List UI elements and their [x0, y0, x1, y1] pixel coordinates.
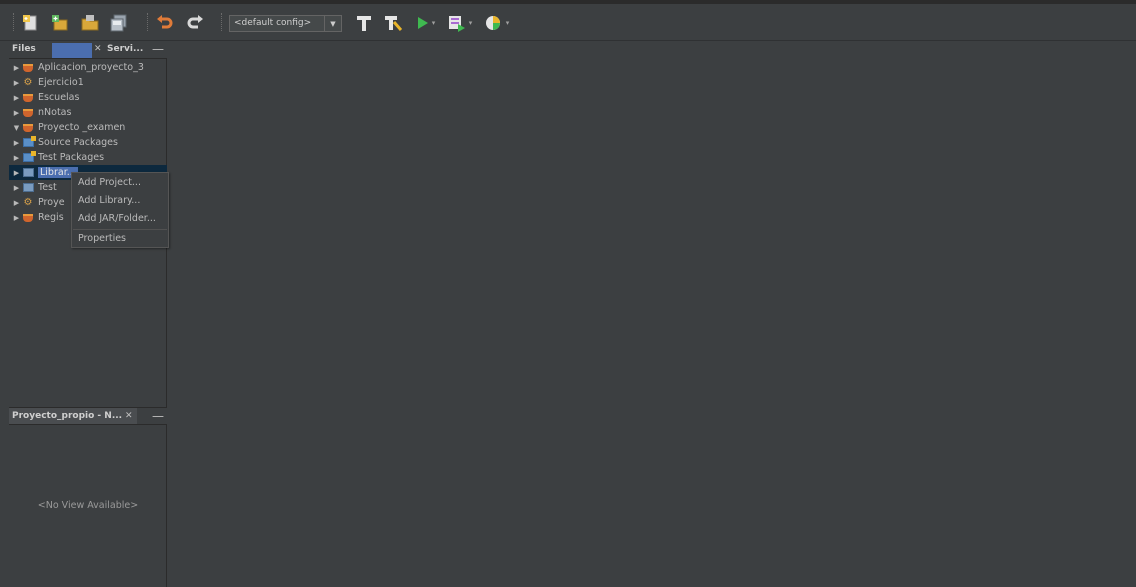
java-project-icon — [21, 92, 35, 103]
expand-arrow-icon[interactable]: ▶ — [12, 64, 21, 72]
tree-item-label: Proye — [38, 197, 65, 208]
chevron-down-icon[interactable]: ▼ — [324, 16, 341, 31]
panel-tab-bar: Files ✕ Servi... — — [9, 42, 167, 59]
java-project-icon — [21, 212, 35, 223]
new-project-icon[interactable] — [48, 11, 72, 35]
source-package-icon — [21, 136, 36, 148]
tree-item[interactable]: ▶ nNotas — [9, 105, 167, 120]
close-icon[interactable]: ✕ — [94, 44, 102, 54]
expand-arrow-icon[interactable]: ▶ — [12, 139, 21, 147]
navigator-header: Proyecto_propio - N... ✕ — — [9, 407, 167, 425]
run-icon[interactable]: ▾ — [414, 11, 438, 35]
tab-files[interactable]: Files — [12, 44, 36, 54]
test-library-icon — [21, 182, 35, 193]
java-project-icon — [21, 122, 35, 133]
config-value: <default config> — [234, 18, 312, 28]
tree-item-label: Test Packages — [38, 152, 105, 163]
profile-icon[interactable]: ▾ — [482, 11, 512, 35]
minimize-icon[interactable]: — — [152, 409, 164, 423]
new-file-icon[interactable] — [19, 11, 43, 35]
tree-item-label: Regis — [38, 212, 64, 223]
tree-item-label: Aplicacion_proyecto_3 — [38, 62, 144, 73]
tab-services[interactable]: Servi... — [107, 44, 143, 54]
context-menu: Add Project... Add Library... Add JAR/Fo… — [71, 172, 169, 248]
run-dropdown-icon[interactable]: ▾ — [432, 19, 436, 27]
tree-item[interactable]: ▶ Aplicacion_proyecto_3 — [9, 60, 167, 75]
tab-projects[interactable] — [52, 43, 92, 58]
test-package-icon — [21, 151, 36, 163]
expand-arrow-icon[interactable]: ▶ — [12, 214, 21, 222]
menu-item-add-jar-folder[interactable]: Add JAR/Folder... — [78, 213, 156, 224]
tree-item[interactable]: ▼ Proyecto _examen — [9, 120, 167, 135]
tree-item[interactable]: ▶ Test Packages — [9, 150, 167, 165]
debug-icon[interactable]: ▾ — [445, 11, 475, 35]
tree-item[interactable]: ▶ Escuelas — [9, 90, 167, 105]
expand-arrow-icon[interactable]: ▶ — [12, 94, 21, 102]
undo-icon[interactable] — [153, 11, 177, 35]
toolbar-separator — [147, 13, 149, 31]
menu-item-add-library[interactable]: Add Library... — [78, 195, 140, 206]
profile-dropdown-icon[interactable]: ▾ — [506, 19, 510, 27]
menu-item-properties[interactable]: Properties — [78, 233, 126, 244]
clean-build-icon[interactable] — [381, 11, 405, 35]
collapse-arrow-icon[interactable]: ▼ — [12, 124, 21, 132]
expand-arrow-icon[interactable]: ▶ — [12, 184, 21, 192]
config-select[interactable]: <default config> ▼ — [229, 15, 342, 32]
tree-item-label: Proyecto _examen — [38, 122, 126, 133]
open-project-icon[interactable] — [78, 11, 102, 35]
tab-navigator[interactable]: Proyecto_propio - N... — [9, 408, 137, 424]
expand-arrow-icon[interactable]: ▶ — [12, 169, 21, 177]
expand-arrow-icon[interactable]: ▶ — [12, 199, 21, 207]
tree-item-label: nNotas — [38, 107, 72, 118]
editor-area[interactable] — [168, 42, 1136, 587]
tree-item[interactable]: ▶ ⚙ Ejercicio1 — [9, 75, 167, 90]
java-project-icon — [21, 107, 35, 118]
tree-item-label: Ejercicio1 — [38, 77, 84, 88]
expand-arrow-icon[interactable]: ▶ — [12, 79, 21, 87]
tree-item[interactable]: ▶ Source Packages — [9, 135, 167, 150]
save-all-icon[interactable] — [107, 11, 131, 35]
navigator-title: Proyecto_propio - N... — [12, 411, 123, 421]
build-icon[interactable] — [353, 11, 375, 35]
toolbar-grip[interactable] — [13, 13, 15, 31]
minimize-icon[interactable]: — — [152, 42, 164, 56]
debug-dropdown-icon[interactable]: ▾ — [469, 19, 473, 27]
tree-item-label: Escuelas — [38, 92, 80, 103]
tree-item-label: Test — [38, 182, 57, 193]
expand-arrow-icon[interactable]: ▶ — [12, 154, 21, 162]
main-toolbar: <default config> ▼ ▾ ▾ ▾ — [0, 4, 1136, 41]
expand-arrow-icon[interactable]: ▶ — [12, 109, 21, 117]
close-icon[interactable]: ✕ — [125, 411, 133, 421]
java-project-icon — [21, 62, 35, 73]
menu-separator — [73, 229, 167, 230]
web-project-icon: ⚙ — [23, 197, 33, 208]
web-project-icon: ⚙ — [23, 77, 33, 88]
redo-icon[interactable] — [183, 11, 207, 35]
menu-item-add-project[interactable]: Add Project... — [78, 177, 141, 188]
library-icon — [21, 167, 35, 178]
tree-item-label: Source Packages — [38, 137, 118, 148]
toolbar-separator — [221, 13, 223, 31]
navigator-empty-text: <No View Available> — [37, 500, 139, 511]
